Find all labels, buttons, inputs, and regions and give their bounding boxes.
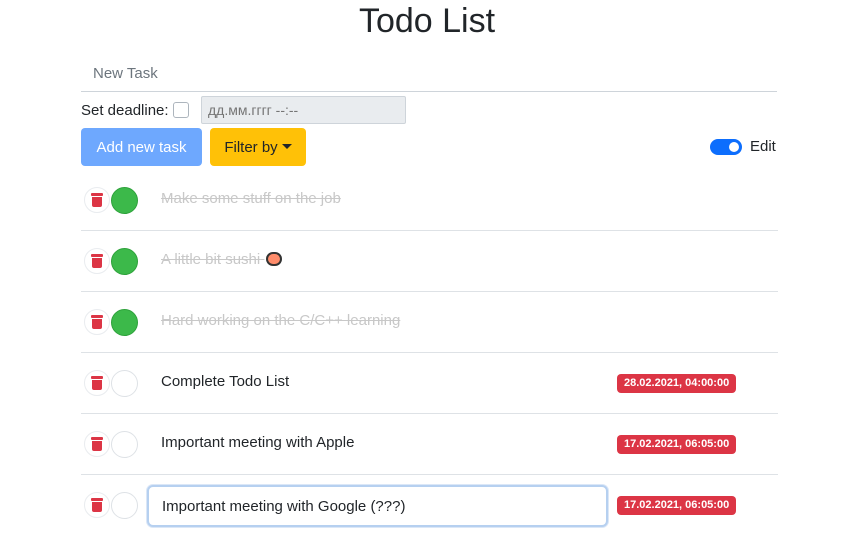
page-title: Todo List	[358, 2, 496, 40]
edit-toggle[interactable]: Edit	[710, 138, 776, 155]
task-item: Complete Todo List 28.02.2021, 04:00:00	[81, 353, 778, 414]
task-text: A little bit sushi	[161, 251, 261, 268]
delete-task-button[interactable]	[84, 431, 110, 457]
task-text[interactable]: Complete Todo List	[161, 373, 289, 390]
switch-knob	[729, 141, 739, 152]
task-text[interactable]: Make some stuff on the job	[161, 190, 341, 207]
deadline-datetime-input[interactable]	[201, 96, 406, 124]
trash-icon	[91, 254, 103, 268]
trash-icon	[91, 193, 103, 207]
trash-icon	[91, 437, 103, 451]
task-edit-input[interactable]	[147, 485, 608, 527]
deadline-label: Set deadline:	[81, 101, 169, 119]
task-done-toggle[interactable]	[111, 370, 138, 397]
task-item: Hard working on the C/C++ learning	[81, 292, 778, 353]
task-list: Make some stuff on the job A little bit …	[81, 170, 778, 536]
delete-task-button[interactable]	[84, 309, 110, 335]
edit-label: Edit	[750, 138, 776, 155]
task-item: A little bit sushi	[81, 231, 778, 292]
delete-task-button[interactable]	[84, 370, 110, 396]
task-done-toggle[interactable]	[111, 492, 138, 519]
task-text[interactable]: Important meeting with Apple	[161, 434, 354, 451]
task-done-toggle[interactable]	[111, 309, 138, 336]
trash-icon	[91, 315, 103, 329]
delete-task-button[interactable]	[84, 492, 110, 518]
new-task-input[interactable]	[81, 56, 777, 92]
task-done-toggle[interactable]	[111, 431, 138, 458]
task-text[interactable]: Hard working on the C/C++ learning	[161, 312, 400, 329]
delete-task-button[interactable]	[84, 187, 110, 213]
filter-label: Filter by	[224, 138, 278, 156]
task-done-toggle[interactable]	[111, 248, 138, 275]
task-done-toggle[interactable]	[111, 187, 138, 214]
task-text-wrapper[interactable]: A little bit sushi	[161, 251, 283, 268]
deadline-badge: 17.02.2021, 06:05:00	[617, 435, 737, 454]
task-item: Make some stuff on the job	[81, 170, 778, 231]
sushi-icon	[266, 252, 283, 266]
trash-icon	[91, 376, 103, 390]
delete-task-button[interactable]	[84, 248, 110, 274]
task-item: Important meeting with Apple 17.02.2021,…	[81, 414, 778, 475]
filter-dropdown-button[interactable]: Filter by	[210, 128, 306, 166]
caret-down-icon	[281, 143, 292, 149]
deadline-checkbox[interactable]	[172, 102, 189, 118]
edit-switch[interactable]	[710, 138, 742, 155]
deadline-badge: 28.02.2021, 04:00:00	[617, 374, 737, 393]
deadline-row: Set deadline:	[81, 96, 406, 124]
task-item: 17.02.2021, 06:05:00	[81, 475, 778, 536]
deadline-badge: 17.02.2021, 06:05:00	[617, 496, 737, 515]
add-task-button[interactable]: Add new task	[81, 128, 202, 166]
trash-icon	[91, 498, 103, 512]
